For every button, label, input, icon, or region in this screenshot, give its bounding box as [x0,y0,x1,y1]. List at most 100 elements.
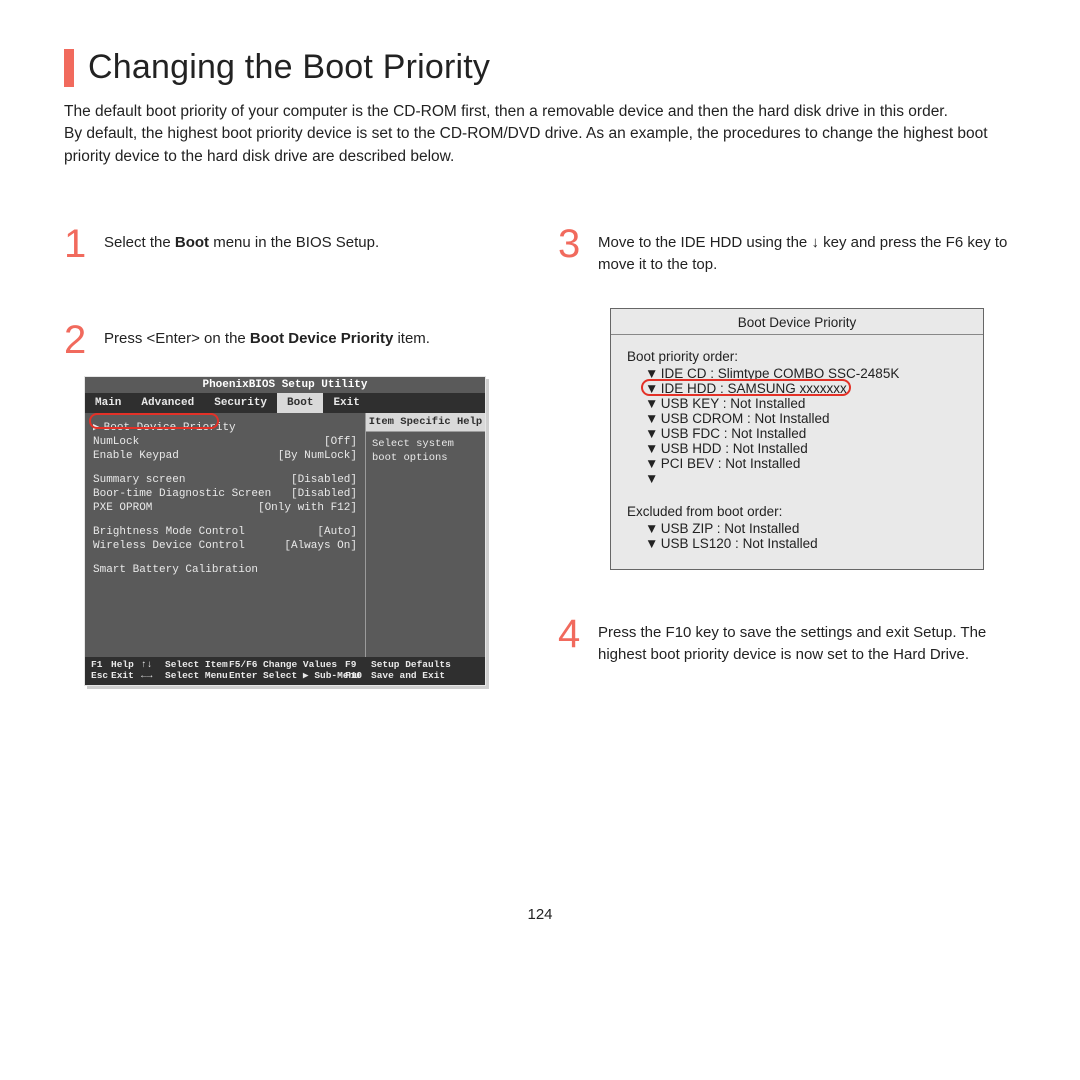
bios-row-label: Boor-time Diagnostic Screen [93,488,271,500]
bios-key: F1 [91,659,107,670]
step-1-pre: Select the [104,234,175,251]
title-accent-bar [64,49,74,87]
triangle-down-icon: ▼ [645,521,657,536]
triangle-down-icon: ▼ [645,366,657,381]
step-2-post: item. [393,330,430,347]
bios-tab-advanced: Advanced [131,393,204,413]
bios-key-label: Setup Defaults [371,659,479,670]
bios-row-value: [Only with F12] [258,502,357,514]
bios-key-label: Select ▶ Sub-Menu [263,670,341,681]
boot-order-label: USB CDROM : Not Installed [661,411,830,426]
bios-row-boot-device-priority: ▶ Boot Device Priority [93,419,357,435]
step-4: 4 Press the F10 key to save the settings… [558,616,1016,666]
bios-key: F5/F6 [229,659,259,670]
bios-row-numlock: NumLock[Off] [93,435,357,449]
bios-row-boot-time-diagnostic: Boor-time Diagnostic Screen[Disabled] [93,487,357,501]
bios-row-brightness-mode: Brightness Mode Control [Auto] [93,525,357,539]
boot-order-label: USB HDD : Not Installed [661,441,808,456]
bios-key-label: Change Values [263,659,341,670]
triangle-down-icon: ▼ [645,441,657,456]
bios-key-label: Select Item [165,659,225,670]
bios-row-label: Smart Battery Calibration [93,564,258,576]
triangle-down-icon: ▼ [645,456,657,471]
triangle-down-icon: ▼ [645,411,657,426]
boot-order-label: IDE CD : Slimtype COMBO SSC-2485K [661,366,900,381]
down-arrow-glyph: ↓ [811,234,819,251]
bios-key: Esc [91,670,107,681]
bios-row-value: [By NumLock] [278,450,357,462]
bios-row-label: Enable Keypad [93,450,179,462]
boot-order-label: USB KEY : Not Installed [661,396,806,411]
boot-order-item: ▼ IDE CD : Slimtype COMBO SSC-2485K [627,366,967,381]
boot-order-item: ▼ USB KEY : Not Installed [627,396,967,411]
step-3: 3 Move to the IDE HDD using the ↓ key an… [558,226,1016,276]
bios-settings-list: ▶ Boot Device Priority NumLock[Off] Enabl… [85,413,365,657]
bios-key: ←→ [141,670,161,681]
bios-row-wireless-device: Wireless Device Control [Always On] [93,539,357,553]
bios-figure: PhoenixBIOS Setup Utility Main Advanced … [84,376,486,686]
triangle-down-icon: ▼ [645,381,657,396]
bios-row-label: Brightness Mode Control [93,526,245,538]
bios-row-pxe-oprom: PXE OPROM [Only with F12] [93,501,357,515]
boot-order-item: ▼ PCI BEV : Not Installed [627,456,967,471]
boot-order-item: ▼ USB FDC : Not Installed [627,426,967,441]
boot-order-label: IDE HDD : SAMSUNG xxxxxxx [661,381,847,396]
submenu-arrow-icon: ▶ [93,422,100,434]
bios-row-value: [Disabled] [291,474,357,486]
triangle-down-icon: ▼ [645,426,657,441]
boot-order-heading: Boot priority order: [627,349,967,364]
step-text: Press <Enter> on the Boot Device Priorit… [104,322,430,358]
page-number: 124 [64,906,1016,923]
bios-key-label: Save and Exit [371,670,479,681]
bios-row-value: [Always On] [284,540,357,552]
excluded-label: USB LS120 : Not Installed [661,536,818,551]
page-title-row: Changing the Boot Priority [64,48,1016,87]
step-number: 3 [558,226,586,276]
boot-order-item: ▼ USB CDROM : Not Installed [627,411,967,426]
step-2-pre: Press <Enter> on the [104,330,250,347]
step-1-bold: Boot [175,234,209,251]
bios-key-label: Help [111,659,137,670]
step-text: Select the Boot menu in the BIOS Setup. [104,226,379,262]
boot-priority-figure: Boot Device Priority Boot priority order… [610,308,984,570]
bios-tab-security: Security [204,393,277,413]
step-2: 2 Press <Enter> on the Boot Device Prior… [64,322,522,358]
bios-key: Enter [229,670,259,681]
intro-paragraph-1: The default boot priority of your comput… [64,101,1016,123]
step-2-bold: Boot Device Priority [250,330,393,347]
triangle-down-icon: ▼ [645,396,657,411]
bios-window-title: PhoenixBIOS Setup Utility [85,377,485,393]
bios-tab-boot: Boot [277,393,323,413]
triangle-down-icon: ▼ [645,471,657,486]
boot-order-label: PCI BEV : Not Installed [661,456,801,471]
bios-key-label: Select Menu [165,670,225,681]
bios-tabs: Main Advanced Security Boot Exit [85,393,485,413]
bios-row-label: Wireless Device Control [93,540,245,552]
bios-row-value: [Auto] [317,526,357,538]
bios-row-label: Boot Device Priority [104,422,236,434]
step-1-post: menu in the BIOS Setup. [209,234,379,251]
bios-help-heading: Item Specific Help [366,413,485,432]
bios-key-label: Exit [111,670,137,681]
step-number: 2 [64,322,92,358]
step-1: 1 Select the Boot menu in the BIOS Setup… [64,226,522,262]
intro-text: The default boot priority of your comput… [64,101,1016,168]
boot-priority-title: Boot Device Priority [611,309,983,334]
bios-help-panel: Item Specific Help Select system boot op… [365,413,485,657]
bios-key: ↑↓ [141,659,161,670]
step-number: 4 [558,616,586,666]
excluded-item: ▼ USB ZIP : Not Installed [627,521,967,536]
bios-key: F10 [345,670,367,681]
bios-tab-exit: Exit [323,393,369,413]
bios-row-value: [Off] [324,436,357,448]
bios-row-label: PXE OPROM [93,502,152,514]
step-text: Press the F10 key to save the settings a… [598,616,1016,666]
bios-footer-keys: F1 Help ↑↓ Select Item F5/F6 Change Valu… [85,657,485,685]
bios-row-label: Summary screen [93,474,185,486]
bios-row-enable-keypad: Enable Keypad [By NumLock] [93,449,357,463]
bios-row-summary-screen: Summary screen [Disabled] [93,473,357,487]
page-title: Changing the Boot Priority [88,48,490,87]
step-3-pre: Move to the IDE HDD using the [598,234,811,251]
boot-order-label: USB FDC : Not Installed [661,426,807,441]
excluded-item: ▼ USB LS120 : Not Installed [627,536,967,551]
